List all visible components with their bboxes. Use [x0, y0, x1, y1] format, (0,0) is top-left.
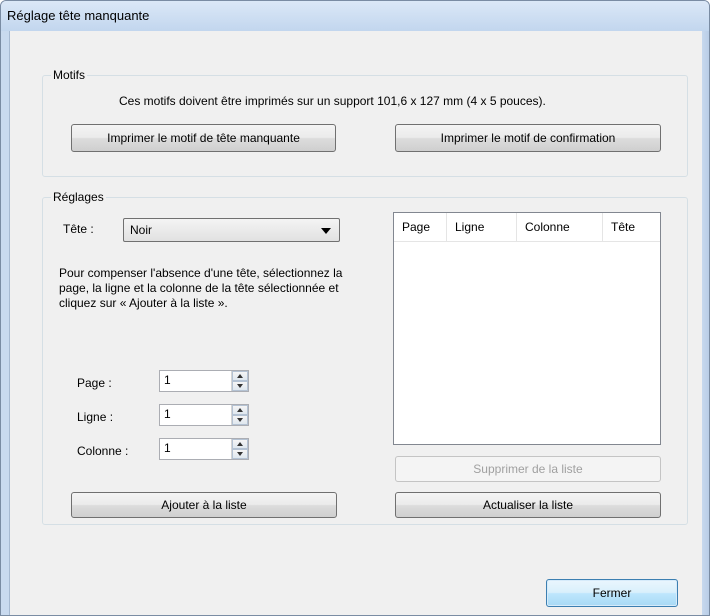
column-header-ligne[interactable]: Ligne [447, 213, 517, 241]
window-right-border [701, 31, 709, 615]
arrow-up-icon [237, 408, 243, 412]
colonne-stepper[interactable]: 1 [159, 438, 249, 460]
ligne-stepper-value: 1 [164, 407, 171, 421]
print-missing-head-pattern-button[interactable]: Imprimer le motif de tête manquante [71, 124, 336, 152]
motifs-description: Ces motifs doivent être imprimés sur un … [119, 94, 546, 108]
dialog-window: Réglage tête manquante Motifs Ces motifs… [0, 0, 710, 616]
title-bar[interactable]: Réglage tête manquante [1, 1, 709, 31]
arrow-up-icon [237, 442, 243, 446]
instructions-text: Pour compenser l'absence d'une tête, sél… [59, 266, 343, 310]
page-decrement-button[interactable] [232, 381, 248, 391]
page-increment-button[interactable] [232, 371, 248, 381]
page-stepper[interactable]: 1 [159, 370, 249, 392]
tete-dropdown[interactable]: Noir [123, 218, 340, 242]
ligne-decrement-button[interactable] [232, 415, 248, 425]
refresh-list-button[interactable]: Actualiser la liste [395, 492, 661, 518]
reglages-group: Réglages Tête : Noir Pour compenser l'ab… [42, 190, 688, 525]
ligne-label: Ligne : [77, 410, 114, 424]
colonne-increment-button[interactable] [232, 439, 248, 449]
column-header-page[interactable]: Page [394, 213, 447, 241]
tete-label: Tête : [63, 222, 94, 236]
print-confirmation-pattern-button[interactable]: Imprimer le motif de confirmation [395, 124, 661, 152]
arrow-down-icon [237, 384, 243, 388]
page-stepper-buttons [231, 371, 248, 391]
chevron-down-icon [321, 228, 331, 234]
colonne-stepper-value: 1 [164, 441, 171, 455]
colonne-decrement-button[interactable] [232, 449, 248, 459]
motifs-legend: Motifs [51, 68, 88, 82]
ligne-stepper[interactable]: 1 [159, 404, 249, 426]
tete-selected-value: Noir [130, 223, 153, 237]
ligne-increment-button[interactable] [232, 405, 248, 415]
page-label: Page : [77, 376, 112, 390]
window-title: Réglage tête manquante [7, 8, 150, 23]
close-button[interactable]: Fermer [546, 579, 678, 607]
missing-heads-list[interactable]: Page Ligne Colonne Tête [393, 212, 661, 445]
arrow-down-icon [237, 452, 243, 456]
remove-from-list-button[interactable]: Supprimer de la liste [395, 456, 661, 482]
ligne-stepper-buttons [231, 405, 248, 425]
column-header-tete[interactable]: Tête [603, 213, 660, 241]
motifs-group: Motifs Ces motifs doivent être imprimés … [42, 68, 688, 177]
reglages-legend: Réglages [51, 190, 106, 204]
dialog-client-area: Motifs Ces motifs doivent être imprimés … [9, 31, 702, 615]
add-to-list-button[interactable]: Ajouter à la liste [71, 492, 337, 518]
colonne-label: Colonne : [77, 444, 129, 458]
arrow-down-icon [237, 418, 243, 422]
column-header-colonne[interactable]: Colonne [517, 213, 603, 241]
page-stepper-value: 1 [164, 373, 171, 387]
window-left-border [1, 31, 9, 615]
list-header: Page Ligne Colonne Tête [394, 213, 660, 242]
colonne-stepper-buttons [231, 439, 248, 459]
arrow-up-icon [237, 374, 243, 378]
